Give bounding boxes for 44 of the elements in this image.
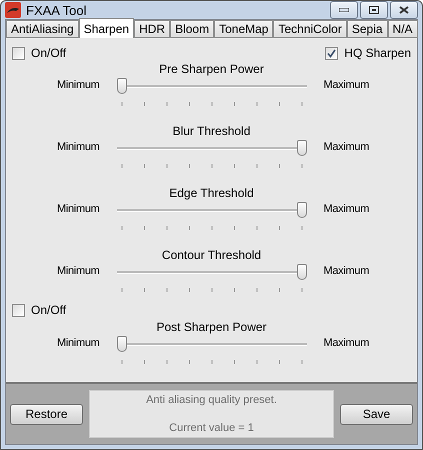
slider-thumb[interactable]: [296, 264, 306, 280]
max-label: Maximum: [324, 336, 370, 349]
close-button[interactable]: [390, 1, 418, 19]
maximize-button[interactable]: [360, 1, 388, 19]
tab[interactable]: Sepia: [346, 20, 388, 38]
save-button[interactable]: Save: [340, 404, 413, 424]
tab[interactable]: Sharpen: [78, 18, 134, 38]
window-title: FXAA Tool: [26, 2, 86, 18]
slider-title: Edge Threshold: [169, 186, 254, 200]
close-icon: [399, 6, 409, 14]
checkbox[interactable]: On/Off: [12, 46, 66, 60]
max-label: Maximum: [324, 78, 370, 91]
app-icon: [5, 2, 21, 18]
check-icon: [327, 48, 336, 58]
slider-title: Pre Sharpen Power: [159, 62, 264, 76]
min-label: Minimum: [56, 264, 100, 277]
min-label: Minimum: [56, 140, 100, 153]
slider-thumb[interactable]: [296, 140, 306, 156]
max-label: Maximum: [324, 140, 370, 153]
slider-title: Post Sharpen Power: [156, 320, 267, 334]
max-label: Maximum: [324, 264, 370, 277]
slider-thumb[interactable]: [296, 202, 306, 218]
tab[interactable]: HDR: [134, 20, 170, 38]
max-label: Maximum: [324, 202, 370, 215]
min-label: Minimum: [56, 78, 100, 91]
tab[interactable]: N/A: [388, 20, 418, 38]
min-label: Minimum: [56, 336, 100, 349]
slider-thumb[interactable]: [116, 336, 126, 352]
slider-title: Blur Threshold: [172, 124, 250, 138]
restore-button[interactable]: Restore: [10, 404, 83, 424]
tab[interactable]: AntiAliasing: [6, 20, 79, 38]
min-label: Minimum: [56, 202, 100, 215]
minimize-button[interactable]: [330, 1, 358, 19]
tab[interactable]: ToneMap: [214, 20, 274, 38]
info-text: Anti aliasing quality preset.: [146, 394, 277, 406]
tab[interactable]: Bloom: [170, 20, 214, 38]
maximize-icon: [369, 6, 379, 14]
checkbox[interactable]: HQ Sharpen: [325, 46, 411, 60]
slider-title: Contour Threshold: [162, 248, 262, 262]
slider-thumb[interactable]: [116, 78, 126, 94]
minimize-icon: [339, 8, 349, 12]
info-text: Current value = 1: [169, 422, 254, 434]
tab[interactable]: TechniColor: [273, 20, 347, 38]
checkbox[interactable]: On/Off: [12, 303, 66, 317]
